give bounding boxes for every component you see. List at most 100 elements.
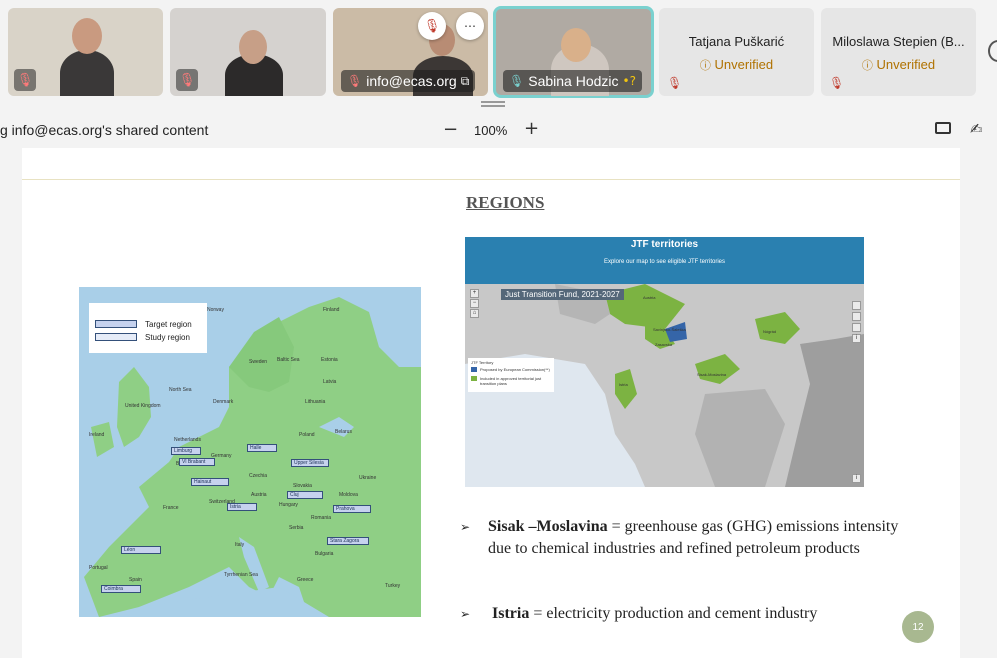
europe-regions-map: Target region Study region Norway Finlan… [79,287,421,617]
participant-tile-2[interactable]: 🎙 [170,8,326,96]
target-region-box: Vl Brabant [179,458,215,466]
zoom-level: 100% [474,123,508,138]
map-label: Sweden [249,359,268,365]
map-label: Austria [643,295,656,300]
legend-target-region: Target region [95,319,192,329]
map-label: Savinjsko-Šaleška [653,327,686,332]
study-region-swatch [95,333,137,341]
map-label: Nógrád [763,329,777,334]
map-label: Italy [235,542,245,548]
map-label: Austria [251,492,267,498]
person-head [561,28,591,62]
target-region-box: Istria [227,503,257,511]
map-label: Greece [297,577,314,583]
target-region-box: Hainaut [191,478,229,486]
jtf-map-header: JTF territories Explore our map to see e… [465,237,864,284]
participant-name: info@ecas.org [366,73,457,89]
target-region-box: Prahova [333,505,371,513]
map-label: North Sea [169,387,192,393]
map-label: Hungary [279,502,298,508]
person-head [239,30,267,64]
muted-mic-icon: 🎙 [667,76,683,90]
map-label: Belarus [335,429,352,435]
person-silhouette [60,50,114,96]
map-label: United Kingdom [125,403,161,409]
jtf-attribution-button[interactable]: i [852,474,861,483]
map-legend: Target region Study region [89,303,207,353]
jtf-legend-proposed: Proposed by European Commission(**) [480,367,550,372]
legend-study-label: Study region [145,332,190,342]
legend-target-label: Target region [145,319,192,329]
map-label: Bulgaria [315,551,334,557]
jtf-legend-included: Included in approved territorial just tr… [480,376,542,386]
participant-tile-1[interactable]: 🎙 [8,8,163,96]
jtf-zoom-out-button[interactable]: − [470,299,479,308]
muted-mic-icon: 🎙 [14,69,36,91]
person-head [72,18,102,54]
map-label: Serbia [289,525,304,531]
jtf-map-subtitle: Explore our map to see eligible JTF terr… [603,259,726,265]
shared-content-title: g info@ecas.org's shared content [0,122,209,138]
jtf-zoom-in-button[interactable]: + [470,289,479,298]
map-label: Estonia [321,357,338,363]
unverified-icon: •? [622,74,636,88]
jtf-info-button[interactable]: i [852,334,861,343]
map-label: Slovakia [293,483,312,489]
unverified-label: Unverified [714,57,774,72]
strip-resize-handle[interactable] [481,101,505,107]
map-label: Poland [299,432,315,438]
participant-name: Sabina Hodzic [528,73,619,89]
bullet-bold-term: Sisak –Moslavina [488,518,608,535]
target-region-swatch [95,320,137,328]
target-region-box: Léon [121,546,161,554]
jtf-legend-title: JTF Territory [471,360,494,365]
map-label: France [163,505,179,511]
included-swatch [471,376,477,381]
map-label: Lithuania [305,399,326,405]
participant-tile-sabina[interactable]: 🎙 Sabina Hodzic •? [493,6,654,98]
map-label: Istria [619,382,628,387]
bullet-arrow-icon: ➢ [460,607,471,621]
unverified-icon: ⓘ [861,59,873,72]
unverified-status: ⓘ Unverified [659,57,814,73]
next-participants-button[interactable] [988,40,997,62]
jtf-print-button[interactable] [852,323,861,332]
bullet-arrow-icon: ➢ [460,520,471,534]
annotate-icon[interactable]: ✍ [970,120,983,138]
map-label: Turkey [385,583,401,589]
map-label: Portugal [89,565,108,571]
target-region-box: Limburg [171,447,201,455]
jtf-territories-map[interactable]: JTF territories Explore our map to see e… [465,237,864,487]
jtf-fullscreen-button[interactable] [852,312,861,321]
meeting-window: 🎙 🎙 🎙 info@ecas.org ⧉ 🎙 ⋯ 🎙 Sabina Hodzi… [0,0,997,658]
jtf-home-button[interactable]: ⌂ [470,309,479,318]
muted-mic-icon: 🎙 [829,76,845,90]
map-label: Czechia [249,473,268,479]
jtf-layers-button[interactable] [852,301,861,310]
shared-slide: REGIONS Target region Study region Norwa… [22,148,960,658]
map-label: Tyrrhenian Sea [224,572,258,578]
shared-content-bar: g info@ecas.org's shared content − 100% … [0,118,997,144]
more-options-button[interactable]: ⋯ [456,12,484,40]
map-label: Ukraine [359,475,377,481]
participant-tile-tatjana[interactable]: Tatjana Puškarić ⓘ Unverified 🎙 [659,8,814,96]
muted-mic-icon: 🎙 [347,74,363,88]
zoom-in-button[interactable]: + [524,118,539,139]
map-label: Spain [129,577,142,583]
zoom-out-button[interactable]: − [443,119,458,140]
mute-participant-button[interactable]: 🎙 [418,12,446,40]
target-region-box: Halle [247,444,277,452]
map-label: Netherlands [174,437,201,443]
map-label: Ireland [89,432,105,438]
participant-name-label: 🎙 info@ecas.org ⧉ [341,70,476,92]
jtf-map-legend: JTF Territory Proposed by European Commi… [468,358,554,392]
bullet-text: = electricity production and cement indu… [529,605,818,622]
jtf-map-title: JTF territories [630,239,699,250]
pop-out-icon[interactable] [935,122,951,134]
slide-page-number: 12 [902,611,934,643]
map-label: Denmark [213,399,234,405]
map-label: Romania [311,515,332,521]
map-label: Moldova [339,492,358,498]
participant-tile-miloslawa[interactable]: Miloslawa Stepien (B... ⓘ Unverified 🎙 [821,8,976,96]
map-label: Norway [207,307,224,313]
